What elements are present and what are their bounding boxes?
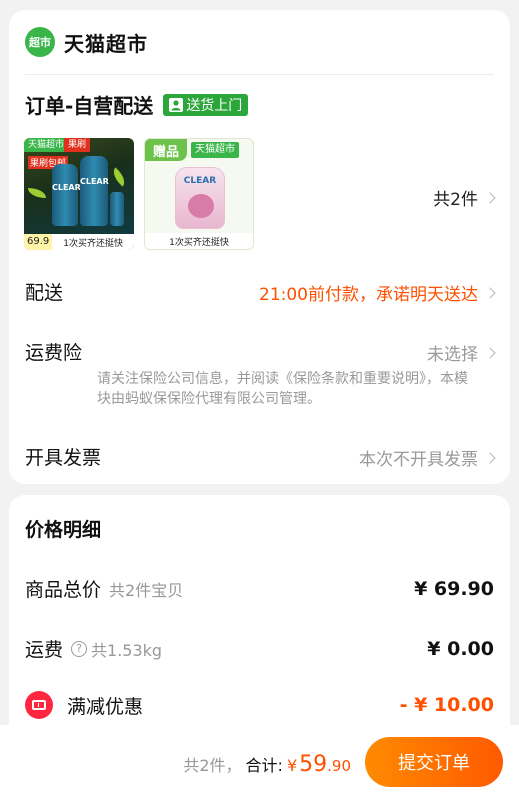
shipping-amount: ¥ 0.00	[427, 637, 494, 660]
insurance-value[interactable]: 未选择	[427, 340, 496, 365]
store-header[interactable]: 超市 天猫超市	[25, 27, 148, 57]
total-decimal: .90	[327, 757, 351, 775]
product-price: 69.9	[24, 234, 53, 250]
price-detail-card: 价格明细 商品总价 共2件宝贝 ¥ 69.90 运费 ? 共1.53kg ¥ 0…	[9, 495, 510, 745]
product-caption: 1次买齐还挺快	[145, 233, 253, 249]
shipping-label: 运费	[25, 639, 64, 661]
order-header: 订单-自营配送 送货上门	[25, 90, 249, 119]
caption-text: 1次买齐还挺快	[63, 238, 123, 249]
shipping-weight[interactable]: ? 共1.53kg	[71, 637, 162, 661]
invoice-status: 本次不开具发票	[359, 450, 478, 470]
person-icon	[169, 97, 184, 112]
insurance-status: 未选择	[427, 345, 478, 365]
caption-text: 1次买齐还挺快	[169, 237, 229, 248]
order-title: 订单-自营配送	[25, 94, 154, 118]
discount-amount: - ¥ 10.00	[399, 694, 494, 716]
insurance-label: 运费险	[25, 342, 83, 364]
bottle-image: CLEAR	[80, 156, 109, 226]
delivery-tag-label: 送货上门	[186, 97, 243, 114]
insurance-note: 请关注保险公司信息，并阅读《保险条款和重要说明》，本模块由蚂蚁保保险代理有限公司…	[97, 371, 468, 407]
delivery-value[interactable]: 21:00前付款，承诺明天送达	[259, 280, 496, 305]
bottle-image: CLEAR	[52, 164, 81, 226]
product-thumbnail[interactable]: 天猫超市 果刷 果刷包邮 CLEAR CLEAR 69.9 1次买齐还挺快	[24, 138, 134, 250]
bottle-image	[110, 192, 124, 226]
gift-badge: 赠品	[145, 139, 187, 161]
leaf-decoration	[108, 167, 130, 187]
delivery-tag: 送货上门	[163, 93, 249, 116]
store-name: 天猫超市	[64, 31, 148, 56]
goods-count: 共2件宝贝	[109, 580, 184, 600]
invoice-label: 开具发票	[25, 447, 102, 469]
goods-total-row: 商品总价 共2件宝贝 ¥ 69.90	[25, 575, 494, 602]
discount-row[interactable]: 满减优惠 - ¥ 10.00	[25, 691, 494, 719]
total-label: 合计:	[245, 756, 283, 775]
order-summary: 共2件， 合计: ¥ 59 .90	[183, 752, 351, 777]
order-card: 超市 天猫超市 订单-自营配送 送货上门 天猫超市 果刷 果刷包邮 CLEAR …	[9, 10, 510, 484]
price-detail-title: 价格明细	[25, 519, 102, 541]
chevron-right-icon	[484, 451, 496, 464]
item-count-label: 共2件	[433, 190, 478, 210]
summary-count: 共2件，	[183, 756, 242, 775]
invoice-value[interactable]: 本次不开具发票	[359, 445, 496, 470]
chevron-right-icon	[484, 346, 496, 359]
gift-thumbnail[interactable]: 赠品 天猫超市 CLEAR 1次买齐还挺快	[144, 138, 254, 250]
shipping-weight-text: 共1.53kg	[91, 640, 163, 660]
checkout-bar: 共2件， 合计: ¥ 59 .90 提交订单	[0, 725, 519, 800]
total-integer: 59	[299, 752, 328, 777]
coupon-icon	[25, 691, 53, 719]
shipping-row: 运费 ? 共1.53kg ¥ 0.00	[25, 635, 494, 662]
promo-badge: 果刷	[64, 138, 91, 152]
goods-total-label: 商品总价	[25, 579, 102, 601]
chevron-right-icon	[484, 191, 496, 204]
goods-total-amount: ¥ 69.90	[414, 577, 494, 600]
leaf-decoration	[28, 188, 46, 198]
store-badge: 天猫超市	[191, 142, 239, 158]
help-icon[interactable]: ?	[71, 640, 88, 657]
pouch-image: CLEAR	[175, 167, 225, 229]
chevron-right-icon	[484, 286, 496, 299]
total-currency: ¥	[286, 756, 298, 775]
submit-order-button[interactable]: 提交订单	[365, 737, 503, 787]
store-badge: 天猫超市	[24, 138, 69, 152]
store-logo: 超市	[25, 27, 55, 57]
delivery-label: 配送	[25, 282, 64, 304]
item-count[interactable]: 共2件	[433, 185, 496, 210]
product-caption: 69.9 1次买齐还挺快	[24, 234, 134, 250]
discount-label: 满减优惠	[67, 695, 144, 718]
delivery-promise: 21:00前付款，承诺明天送达	[259, 285, 478, 305]
divider	[25, 74, 494, 75]
